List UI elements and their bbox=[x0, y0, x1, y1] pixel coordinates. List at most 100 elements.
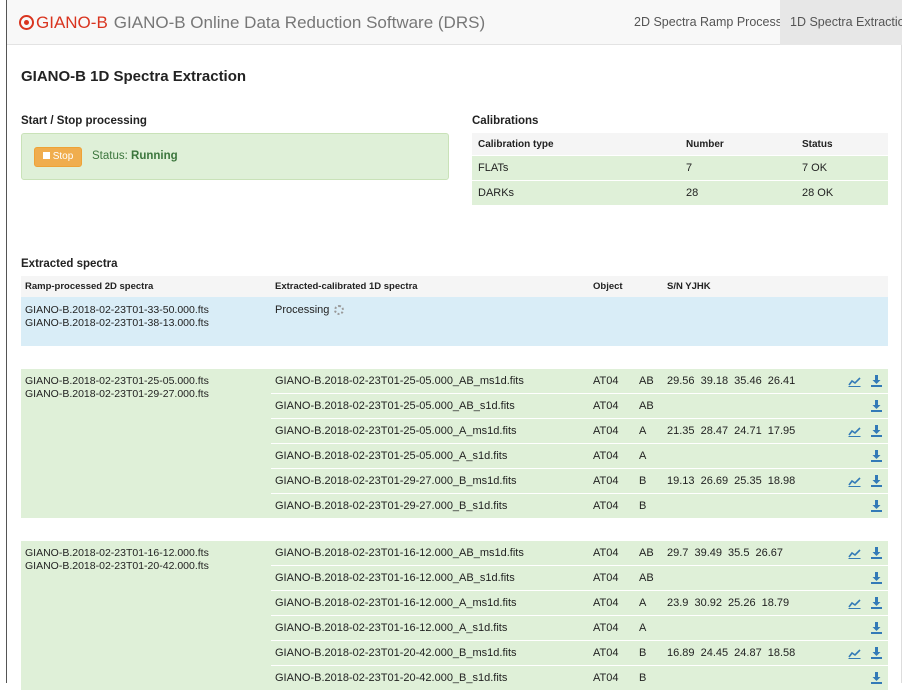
object-cell: AT04 bbox=[589, 591, 635, 616]
status-value: Running bbox=[131, 150, 178, 162]
spectrum-file-cell: GIANO-B.2018-02-23T01-16-12.000_AB_ms1d.… bbox=[271, 541, 589, 566]
nod-cell: A bbox=[635, 591, 663, 616]
col-actions bbox=[833, 276, 888, 297]
col-sn-yjhk: S/N YJHK bbox=[663, 276, 833, 297]
actions-cell bbox=[833, 541, 888, 566]
raw-file: GIANO-B.2018-02-23T01-25-05.000.fts bbox=[25, 375, 209, 387]
raw-files-cell: GIANO-B.2018-02-23T01-33-50.000.ftsGIANO… bbox=[21, 297, 271, 346]
sn-cell bbox=[663, 394, 833, 419]
stop-icon bbox=[43, 152, 50, 159]
status-label: Status: bbox=[92, 150, 128, 162]
nod-cell: B bbox=[635, 469, 663, 494]
object-cell: AT04 bbox=[589, 444, 635, 469]
sn-cell bbox=[663, 666, 833, 690]
download-icon[interactable] bbox=[871, 647, 882, 659]
brand[interactable]: GIANO-B GIANO-B Online Data Reduction Sof… bbox=[19, 13, 485, 33]
sn-cell: 19.13 26.69 25.35 18.98 bbox=[663, 469, 833, 494]
nod-cell: B bbox=[635, 666, 663, 690]
spectra-table: Ramp-processed 2D spectra Extracted-cali… bbox=[21, 276, 888, 690]
page-title: GIANO-B 1D Spectra Extraction bbox=[21, 68, 246, 85]
processing-status-cell: Processing bbox=[271, 297, 589, 346]
spectrum-row: GIANO-B.2018-02-23T01-25-05.000.fts GIANO… bbox=[21, 369, 888, 394]
raw-file: GIANO-B.2018-02-23T01-33-50.000.fts bbox=[25, 304, 209, 316]
spectrum-file-cell: GIANO-B.2018-02-23T01-20-42.000_B_s1d.fi… bbox=[271, 666, 589, 690]
nod-cell: B bbox=[635, 641, 663, 666]
sn-cell: 29.56 39.18 35.46 26.41 bbox=[663, 369, 833, 394]
processing-row: GIANO-B.2018-02-23T01-33-50.000.ftsGIANO… bbox=[21, 297, 888, 346]
nod-cell: A bbox=[635, 419, 663, 444]
download-icon[interactable] bbox=[871, 500, 882, 512]
app-title: GIANO-B Online Data Reduction Software (… bbox=[114, 13, 485, 32]
actions-cell bbox=[833, 494, 888, 519]
calibration-type-cell: FLATs bbox=[472, 156, 680, 181]
spectrum-file-cell: GIANO-B.2018-02-23T01-16-12.000_A_ms1d.f… bbox=[271, 591, 589, 616]
raw-file: GIANO-B.2018-02-23T01-29-27.000.fts bbox=[25, 388, 209, 400]
line-chart-icon[interactable] bbox=[848, 426, 861, 437]
object-cell: AT04 bbox=[589, 469, 635, 494]
group-separator bbox=[21, 346, 888, 369]
window-border bbox=[6, 0, 7, 683]
col-ramp-processed: Ramp-processed 2D spectra bbox=[21, 276, 271, 297]
object-cell: AT04 bbox=[589, 566, 635, 591]
processing-label: Processing bbox=[275, 304, 329, 316]
line-chart-icon[interactable] bbox=[848, 648, 861, 659]
calibrations-header-row: Calibration type Number Status bbox=[472, 133, 888, 156]
sn-cell bbox=[663, 444, 833, 469]
nod-cell: AB bbox=[635, 394, 663, 419]
line-chart-icon[interactable] bbox=[848, 376, 861, 387]
nod-cell: AB bbox=[635, 369, 663, 394]
spectrum-file-cell: GIANO-B.2018-02-23T01-29-27.000_B_ms1d.f… bbox=[271, 469, 589, 494]
raw-file: GIANO-B.2018-02-23T01-20-42.000.fts bbox=[25, 560, 209, 572]
download-icon[interactable] bbox=[871, 572, 882, 584]
nod-cell: B bbox=[635, 494, 663, 519]
calibration-number-cell: 7 bbox=[680, 156, 796, 181]
download-icon[interactable] bbox=[871, 475, 882, 487]
spectrum-file-cell: GIANO-B.2018-02-23T01-29-27.000_B_s1d.fi… bbox=[271, 494, 589, 519]
tab-1d-spectra-extraction[interactable]: 1D Spectra Extraction bbox=[780, 0, 902, 45]
spectrum-file-cell: GIANO-B.2018-02-23T01-16-12.000_AB_s1d.f… bbox=[271, 566, 589, 591]
calibrations-table: Calibration type Number Status FLATs77 O… bbox=[472, 133, 888, 205]
line-chart-icon[interactable] bbox=[848, 598, 861, 609]
calibration-row: DARKs2828 OK bbox=[472, 181, 888, 206]
col-extracted-calibrated: Extracted-calibrated 1D spectra bbox=[271, 276, 589, 297]
col-nod bbox=[635, 276, 663, 297]
sn-cell: 21.35 28.47 24.71 17.95 bbox=[663, 419, 833, 444]
object-cell: AT04 bbox=[589, 616, 635, 641]
calibration-number-cell: 28 bbox=[680, 181, 796, 206]
sn-cell bbox=[663, 494, 833, 519]
download-icon[interactable] bbox=[871, 597, 882, 609]
download-icon[interactable] bbox=[871, 375, 882, 387]
spectrum-file-cell: GIANO-B.2018-02-23T01-20-42.000_B_ms1d.f… bbox=[271, 641, 589, 666]
line-chart-icon[interactable] bbox=[848, 476, 861, 487]
actions-cell bbox=[833, 641, 888, 666]
object-cell: AT04 bbox=[589, 666, 635, 690]
stop-button[interactable]: Stop bbox=[34, 147, 82, 167]
stop-label: Stop bbox=[53, 151, 74, 162]
group-separator bbox=[21, 518, 888, 541]
raw-file: GIANO-B.2018-02-23T01-38-13.000.fts bbox=[25, 317, 209, 329]
actions-cell bbox=[833, 566, 888, 591]
sn-cell: 23.9 30.92 25.26 18.79 bbox=[663, 591, 833, 616]
calibration-status-cell: 7 OK bbox=[796, 156, 888, 181]
download-icon[interactable] bbox=[871, 672, 882, 684]
download-icon[interactable] bbox=[871, 450, 882, 462]
download-icon[interactable] bbox=[871, 622, 882, 634]
download-icon[interactable] bbox=[871, 547, 882, 559]
giano-logo: GIANO-B bbox=[19, 13, 108, 32]
calibration-row: FLATs77 OK bbox=[472, 156, 888, 181]
download-icon[interactable] bbox=[871, 400, 882, 412]
sn-cell: 16.89 24.45 24.87 18.58 bbox=[663, 641, 833, 666]
object-cell: AT04 bbox=[589, 419, 635, 444]
spectrum-row: GIANO-B.2018-02-23T01-16-12.000.ftsGIANO… bbox=[21, 541, 888, 566]
spectrum-file-cell: GIANO-B.2018-02-23T01-25-05.000_A_ms1d.f… bbox=[271, 419, 589, 444]
spectrum-file-cell: GIANO-B.2018-02-23T01-25-05.000_AB_ms1d.… bbox=[271, 369, 589, 394]
processing-panel: Stop Status: Running bbox=[21, 133, 449, 180]
object-cell: AT04 bbox=[589, 641, 635, 666]
calibration-status-cell: 28 OK bbox=[796, 181, 888, 206]
raw-files-cell: GIANO-B.2018-02-23T01-25-05.000.ftsGIANO… bbox=[21, 369, 271, 519]
processing-section-title: Start / Stop processing bbox=[21, 115, 147, 127]
line-chart-icon[interactable] bbox=[848, 548, 861, 559]
object-cell: AT04 bbox=[589, 541, 635, 566]
nod-cell: A bbox=[635, 444, 663, 469]
download-icon[interactable] bbox=[871, 425, 882, 437]
